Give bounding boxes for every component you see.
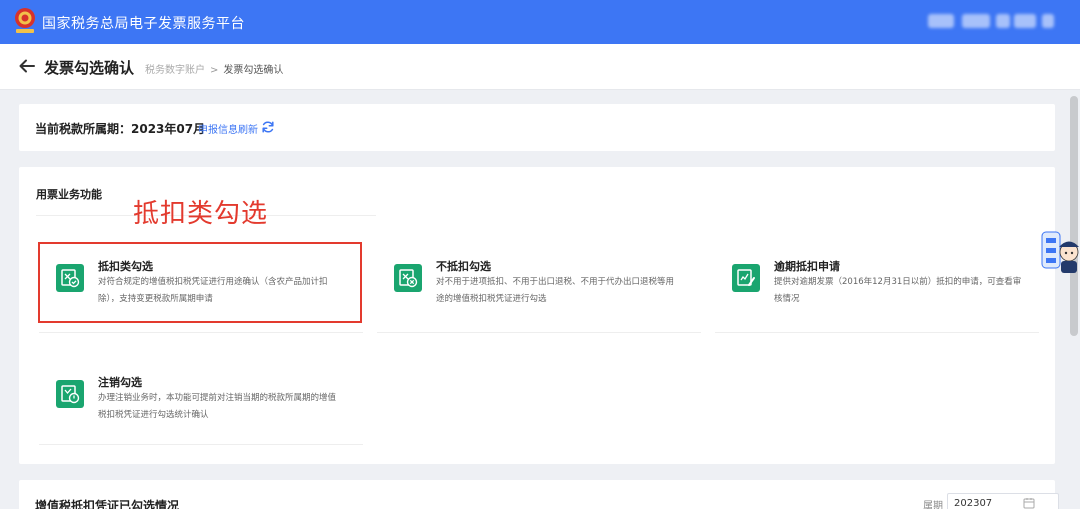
page-header: 发票勾选确认 税务数字账户 > 发票勾选确认 xyxy=(0,44,1080,90)
user-info-blurred[interactable] xyxy=(962,14,990,28)
top-bar: 国家税务总局电子发票服务平台 xyxy=(0,0,1080,44)
tax-emblem-icon xyxy=(15,8,35,33)
user-info-blurred[interactable] xyxy=(1042,14,1054,28)
user-info-blurred[interactable] xyxy=(928,14,954,28)
selected-status-title: 增值税抵扣凭证已勾选情况 xyxy=(35,499,180,509)
function-name: 不抵扣勾选 xyxy=(436,260,491,273)
scrollbar[interactable] xyxy=(1070,96,1078,336)
selected-status-card: 增值税抵扣凭证已勾选情况 属期 202307 xyxy=(19,480,1059,509)
annotation-label: 抵扣类勾选 xyxy=(133,199,269,229)
function-description: 对不用于进项抵扣、不用于出口退税、不用于代办出口退税等用 途的增值税扣税凭证进行… xyxy=(436,277,675,304)
item-divider xyxy=(39,444,363,445)
refresh-declaration-link[interactable]: 申报信息刷新 xyxy=(198,121,258,136)
function-name: 逾期抵扣申请 xyxy=(774,260,840,273)
overdue-apply-icon xyxy=(732,264,760,292)
function-deregister-select[interactable]: 注销勾选 办理注销业务时，本功能可提前对注销当期的税款所属期的增值 税扣税凭证进… xyxy=(56,376,356,440)
period-field-label: 属期 xyxy=(923,501,943,509)
function-description: 提供对逾期发票（2016年12月31日以前）抵扣的申请，可查看审 核情况 xyxy=(774,277,1022,304)
breadcrumb: 税务数字账户 > 发票勾选确认 xyxy=(145,61,283,76)
back-arrow-icon[interactable] xyxy=(18,57,36,75)
breadcrumb-separator: > xyxy=(210,65,219,76)
function-description: 办理注销业务时，本功能可提前对注销当期的税款所属期的增值 税扣税凭证进行勾选统计… xyxy=(98,393,337,420)
tax-period-card: 当前税款所属期：2023年07月 申报信息刷新 xyxy=(19,104,1055,151)
highlight-box xyxy=(38,242,362,323)
breadcrumb-current: 发票勾选确认 xyxy=(223,65,284,76)
item-divider xyxy=(39,332,363,333)
user-info-blurred[interactable] xyxy=(1014,14,1036,28)
deregister-select-icon xyxy=(56,380,84,408)
item-divider xyxy=(715,332,1039,333)
function-overdue-deduction-apply[interactable]: 逾期抵扣申请 提供对逾期发票（2016年12月31日以前）抵扣的申请，可查看审 … xyxy=(732,260,1032,324)
calendar-icon[interactable] xyxy=(1023,497,1035,509)
current-tax-period: 当前税款所属期：2023年07月 xyxy=(35,122,206,136)
breadcrumb-parent[interactable]: 税务数字账户 xyxy=(145,65,205,76)
refresh-icon[interactable] xyxy=(261,120,275,134)
function-non-deductible-select[interactable]: 不抵扣勾选 对不用于进项抵扣、不用于出口退税、不用于代办出口退税等用 途的增值税… xyxy=(394,260,694,324)
assistant-mascot-icon[interactable] xyxy=(1040,226,1080,276)
function-name: 注销勾选 xyxy=(98,376,142,389)
app-title: 国家税务总局电子发票服务平台 xyxy=(42,16,245,32)
period-input[interactable]: 202307 xyxy=(947,493,1059,509)
page-title: 发票勾选确认 xyxy=(44,59,135,77)
item-divider xyxy=(377,332,701,333)
invoice-cancel-icon xyxy=(394,264,422,292)
user-info-blurred[interactable] xyxy=(996,14,1010,28)
section-title: 用票业务功能 xyxy=(36,188,102,201)
